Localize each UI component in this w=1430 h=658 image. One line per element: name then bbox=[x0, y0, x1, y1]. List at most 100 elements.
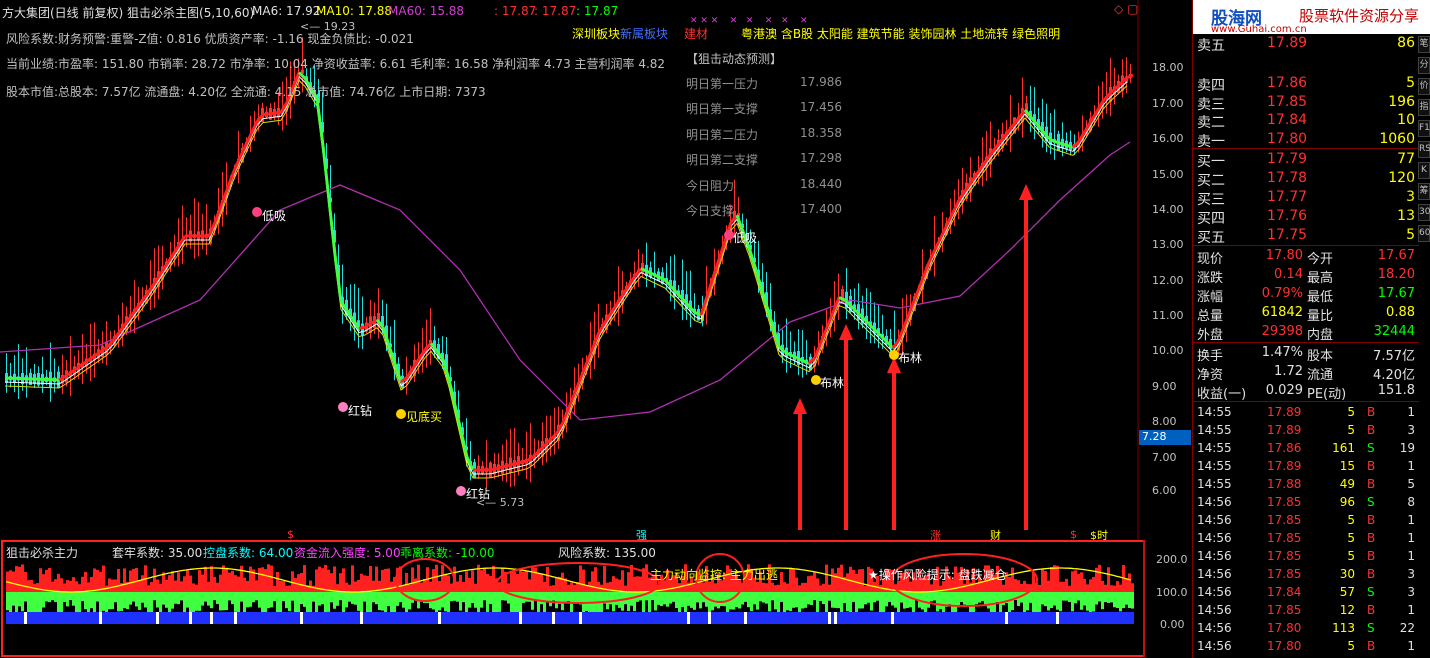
indicator-bar bbox=[1029, 592, 1032, 603]
side-tab[interactable]: 60 bbox=[1418, 225, 1430, 242]
prediction-title: 【狙击动态预测】 bbox=[686, 52, 783, 66]
side-tab[interactable]: 分 bbox=[1418, 57, 1430, 74]
side-tab[interactable]: 价 bbox=[1418, 78, 1430, 95]
side-tab[interactable]: 30 bbox=[1418, 204, 1430, 221]
price-chart[interactable] bbox=[0, 0, 1192, 540]
indicator-bar bbox=[636, 612, 639, 624]
trade-row[interactable]: 14:56 17.85 5 B 1 bbox=[1193, 548, 1415, 566]
window-controls-icon[interactable]: ◇ ▢ bbox=[1114, 2, 1138, 16]
side-tab[interactable]: RSI bbox=[1418, 141, 1430, 158]
indicator-bar bbox=[831, 568, 834, 592]
indicator-bar bbox=[516, 612, 519, 624]
orderbook-buy-row[interactable]: 买四 17.76 13 bbox=[1193, 207, 1415, 227]
indicator-bar bbox=[1020, 612, 1023, 624]
indicator-bar bbox=[762, 582, 765, 592]
side-tab[interactable]: 筹 bbox=[1418, 183, 1430, 200]
indicator-bar bbox=[399, 612, 402, 624]
indicator-bar bbox=[480, 592, 483, 608]
trade-row[interactable]: 14:55 17.89 15 B 1 bbox=[1193, 458, 1415, 476]
indicator-bar bbox=[627, 572, 630, 592]
indicator-bar bbox=[1125, 612, 1128, 624]
trade-row[interactable]: 14:55 17.88 49 B 5 bbox=[1193, 476, 1415, 494]
trade-row[interactable]: 14:56 17.80 5 B 1 bbox=[1193, 638, 1415, 656]
prediction-value: 17.400 bbox=[800, 202, 842, 216]
trend-segment bbox=[520, 459, 528, 464]
indicator-bar bbox=[225, 592, 228, 611]
orderbook-sell-row[interactable]: 卖二 17.84 10 bbox=[1193, 111, 1415, 131]
orderbook-sell-row[interactable]: 卖三 17.85 196 bbox=[1193, 93, 1415, 113]
indicator-bar bbox=[510, 571, 513, 592]
indicator-bar bbox=[1119, 612, 1122, 624]
indicator-bar bbox=[594, 612, 597, 624]
trade-row[interactable]: 14:55 17.89 5 B 1 bbox=[1193, 404, 1415, 422]
prediction-label: 今日支撑 bbox=[686, 204, 735, 218]
orderbook-sell-row[interactable]: 卖一 17.80 1060 bbox=[1193, 130, 1415, 150]
orderbook-buy-row[interactable]: 买五 17.75 5 bbox=[1193, 226, 1415, 246]
side-tab[interactable]: F10 bbox=[1418, 120, 1430, 137]
side-tab[interactable]: 笔 bbox=[1418, 36, 1430, 53]
trade-row[interactable]: 14:56 17.85 12 B 1 bbox=[1193, 602, 1415, 620]
indicator-bar bbox=[252, 612, 255, 624]
trade-row[interactable]: 14:55 17.89 5 B 3 bbox=[1193, 422, 1415, 440]
indicator-bar bbox=[516, 574, 519, 592]
indicator-bar bbox=[180, 581, 183, 592]
indicator-bar bbox=[1002, 584, 1005, 592]
indicator-bar bbox=[702, 612, 705, 624]
trade-row[interactable]: 14:56 17.85 5 B 1 bbox=[1193, 512, 1415, 530]
trade-row[interactable]: 14:56 17.85 5 B 1 bbox=[1193, 530, 1415, 548]
orderbook-sell-row[interactable]: 卖四 17.86 5 bbox=[1193, 74, 1415, 94]
indicator-bar bbox=[78, 584, 81, 592]
indicator-bar bbox=[294, 612, 297, 624]
indicator-bar bbox=[963, 612, 966, 624]
indicator-bar bbox=[159, 612, 162, 624]
indicator-bar bbox=[9, 570, 12, 592]
stat-row: 总量 61842 量比 0.88 bbox=[1197, 305, 1415, 324]
indicator-bar bbox=[213, 592, 216, 601]
indicator-bar bbox=[1086, 612, 1089, 624]
orderbook-buy-row[interactable]: 买三 17.77 3 bbox=[1193, 188, 1415, 208]
indicator-bar bbox=[822, 612, 825, 624]
indicator-bar bbox=[333, 592, 336, 609]
indicator-bar bbox=[324, 564, 327, 592]
indicator-bar bbox=[492, 565, 495, 592]
indicator-bar bbox=[414, 612, 417, 624]
indicator-bar bbox=[84, 571, 87, 592]
orderbook-sell-row[interactable]: 卖五 17.89 86 bbox=[1193, 34, 1415, 54]
trade-row[interactable]: 14:56 17.80 113 S 22 bbox=[1193, 620, 1415, 638]
indicator-bar bbox=[834, 592, 837, 608]
indicator-bar bbox=[987, 612, 990, 624]
indicator-bar bbox=[234, 575, 237, 592]
sector-link-c[interactable]: 建材 bbox=[684, 25, 708, 42]
indicator-bar bbox=[201, 574, 204, 592]
trade-row[interactable]: 14:56 17.84 57 S 3 bbox=[1193, 584, 1415, 602]
indicator-bar bbox=[609, 612, 612, 624]
side-tab[interactable]: K bbox=[1418, 162, 1430, 179]
indicator-bar bbox=[567, 592, 570, 602]
ma60-readout: MA60: 15.88 bbox=[388, 4, 465, 18]
trade-row[interactable]: 14:56 17.85 96 S 8 bbox=[1193, 494, 1415, 512]
sector-concepts[interactable]: 粤港澳 含B股 太阳能 建筑节能 装饰园林 土地流转 绿色照明 bbox=[741, 25, 1060, 42]
indicator-bar bbox=[102, 612, 105, 624]
indicator-bar bbox=[918, 612, 921, 624]
indicator-bar bbox=[336, 612, 339, 624]
price-tick: 8.00 bbox=[1152, 415, 1177, 428]
indicator-bar bbox=[1047, 592, 1050, 611]
side-tab[interactable]: 指 bbox=[1418, 99, 1430, 116]
indicator-bar bbox=[39, 592, 42, 614]
hongzuan-label: 红钻 bbox=[466, 487, 491, 501]
trade-row[interactable]: 14:56 17.85 30 B 3 bbox=[1193, 566, 1415, 584]
orderbook-buy-row[interactable]: 买二 17.78 120 bbox=[1193, 169, 1415, 189]
monitor-text: 主力动向监控: 主力出逃 bbox=[650, 568, 778, 582]
indicator-bar bbox=[195, 612, 198, 624]
indicator-bar bbox=[894, 612, 897, 624]
indicator-bar bbox=[1080, 612, 1083, 624]
orderbook-buy-row[interactable]: 买一 17.79 77 bbox=[1193, 150, 1415, 170]
extra-readout-1: : 17.87 bbox=[494, 4, 537, 18]
indicator-bar bbox=[555, 592, 558, 609]
indicator-bar bbox=[990, 612, 993, 624]
sector-link-a[interactable]: 深圳板块 bbox=[572, 25, 620, 42]
trade-row[interactable]: 14:55 17.86 161 S 19 bbox=[1193, 440, 1415, 458]
indicator-bar bbox=[60, 578, 63, 592]
sector-link-b[interactable]: 新属板块 bbox=[620, 25, 668, 42]
indicator-bar bbox=[45, 592, 48, 602]
